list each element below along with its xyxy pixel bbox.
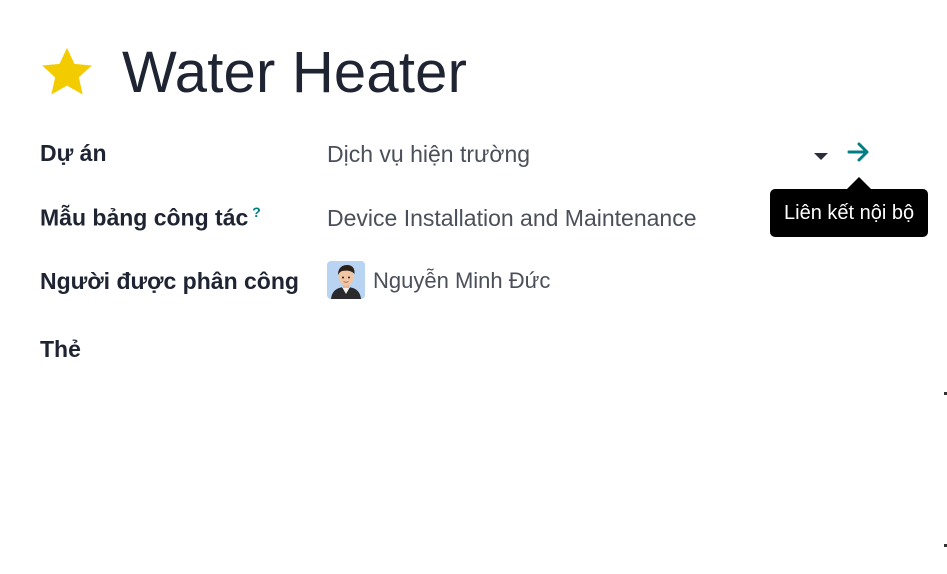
page-title[interactable]: Water Heater: [122, 44, 467, 102]
project-field[interactable]: Dịch vụ hiện trường: [327, 141, 530, 168]
tooltip-arrow: [847, 177, 871, 189]
arrow-right-icon[interactable]: [846, 141, 872, 163]
avatar[interactable]: [327, 261, 365, 299]
title-row: Water Heater: [38, 44, 467, 102]
help-icon[interactable]: ?: [252, 204, 261, 220]
worksheet-template-label-text: Mẫu bảng công tác: [40, 204, 249, 231]
worksheet-template-field[interactable]: Device Installation and Maintenance: [327, 205, 697, 232]
worksheet-template-label: Mẫu bảng công tác?: [40, 204, 261, 232]
tags-label: Thẻ: [40, 336, 81, 362]
project-label: Dự án: [40, 140, 107, 166]
assignee-name[interactable]: Nguyễn Minh Đức: [373, 268, 550, 294]
star-icon[interactable]: [38, 44, 96, 102]
assignees-label: Người được phân công: [40, 268, 299, 294]
chevron-down-icon[interactable]: [814, 153, 828, 160]
internal-link-tooltip: Liên kết nội bộ: [770, 189, 929, 237]
